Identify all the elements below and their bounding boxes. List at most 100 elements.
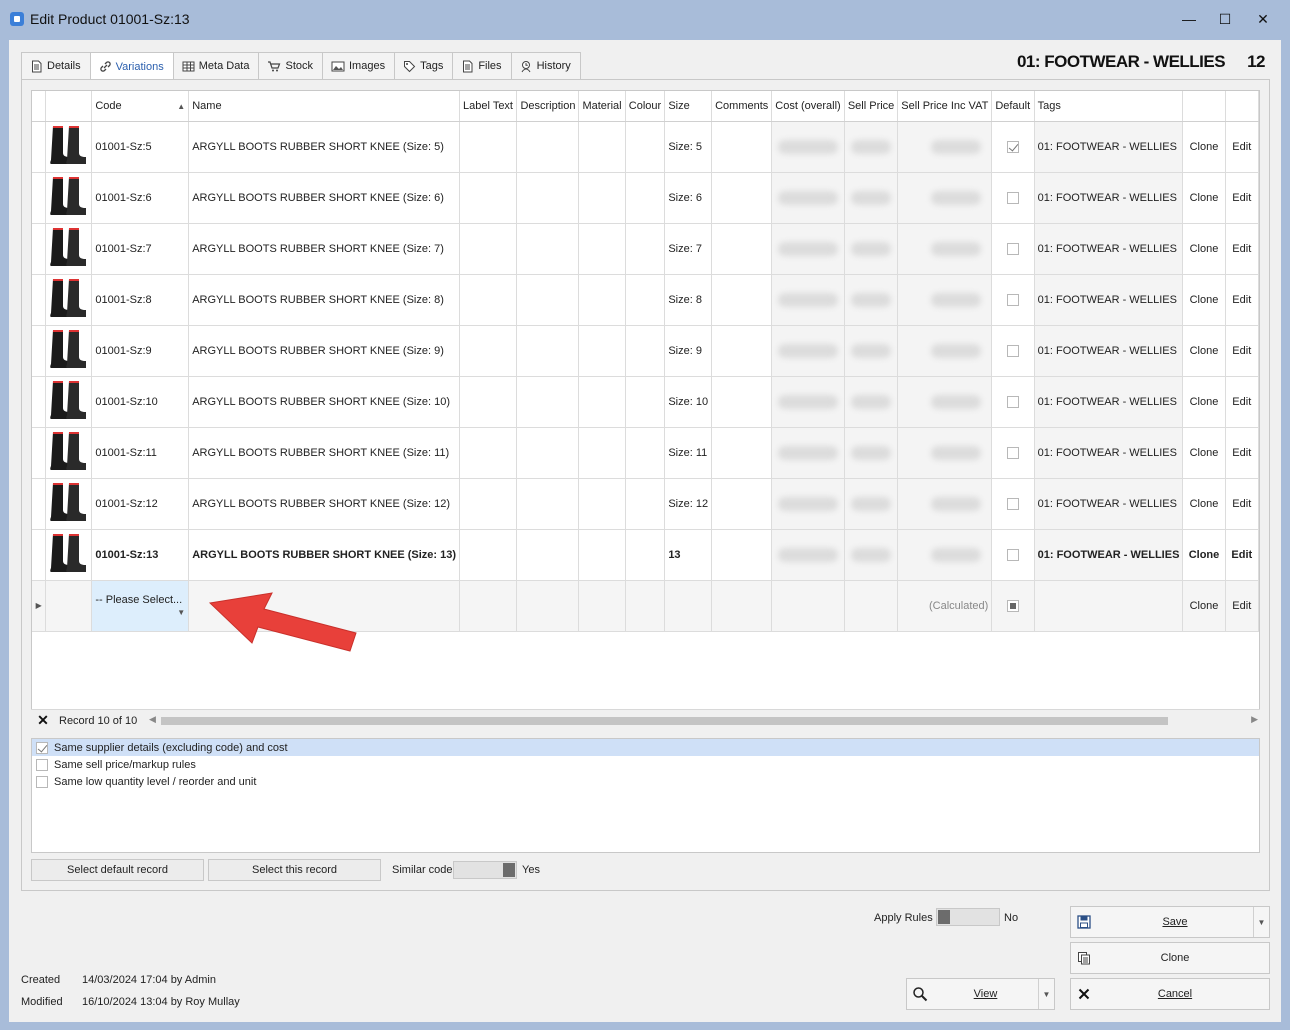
- cell-name[interactable]: ARGYLL BOOTS RUBBER SHORT KNEE (Size: 10…: [188, 376, 461, 428]
- cell-size[interactable]: Size: 8: [664, 274, 713, 326]
- checkbox-checked-icon[interactable]: [36, 741, 48, 754]
- checkbox-indeterminate-icon[interactable]: [1006, 599, 1019, 612]
- cell-comments[interactable]: [711, 427, 773, 479]
- cell-default[interactable]: [991, 427, 1035, 479]
- column-header-default[interactable]: Default: [991, 91, 1035, 122]
- cell-default[interactable]: [991, 121, 1035, 173]
- cell-label-text[interactable]: [459, 478, 518, 530]
- column-header-name[interactable]: Name: [188, 91, 461, 122]
- cell-material[interactable]: [578, 121, 626, 173]
- cell-code[interactable]: 01001-Sz:11: [91, 427, 190, 479]
- tab-tags[interactable]: Tags: [394, 52, 454, 79]
- cell-comments[interactable]: [711, 529, 773, 581]
- tab-files[interactable]: Files: [452, 52, 512, 79]
- minimize-button[interactable]: —: [1174, 8, 1204, 30]
- table-row[interactable]: 01001-Sz:6 ARGYLL BOOTS RUBBER SHORT KNEE…: [32, 172, 1259, 224]
- column-header-size[interactable]: Size: [664, 91, 713, 122]
- cell-code[interactable]: 01001-Sz:8: [91, 274, 190, 326]
- cell-tags[interactable]: 01: FOOTWEAR - WELLIES: [1034, 274, 1184, 326]
- cell-label-text[interactable]: [459, 274, 518, 326]
- column-header-tags[interactable]: Tags: [1034, 91, 1184, 122]
- column-header-description[interactable]: Description: [516, 91, 580, 122]
- cell-default[interactable]: [991, 529, 1035, 581]
- cell-label-text[interactable]: [459, 325, 518, 377]
- row-indicator[interactable]: [32, 274, 47, 326]
- row-edit-button[interactable]: Edit: [1225, 376, 1259, 428]
- row-indicator[interactable]: [32, 478, 47, 530]
- row-indicator[interactable]: [32, 529, 47, 581]
- cell-size[interactable]: Size: 10: [664, 376, 713, 428]
- cell-label-text[interactable]: [459, 223, 518, 275]
- checkbox-checked-icon[interactable]: [1006, 140, 1019, 153]
- new-row-sell-price[interactable]: [844, 580, 899, 632]
- cell-description[interactable]: [516, 529, 580, 581]
- cell-code[interactable]: 01001-Sz:9: [91, 325, 190, 377]
- checkbox-icon[interactable]: [1006, 242, 1019, 255]
- cell-description[interactable]: [516, 325, 580, 377]
- cell-description[interactable]: [516, 223, 580, 275]
- cell-comments[interactable]: [711, 274, 773, 326]
- cell-comments[interactable]: [711, 376, 773, 428]
- cell-default[interactable]: [991, 223, 1035, 275]
- cell-default[interactable]: [991, 478, 1035, 530]
- cell-description[interactable]: [516, 376, 580, 428]
- row-clone-button[interactable]: Clone: [1182, 274, 1226, 326]
- cell-comments[interactable]: [711, 121, 773, 173]
- cell-description[interactable]: [516, 478, 580, 530]
- cell-comments[interactable]: [711, 325, 773, 377]
- save-button[interactable]: Save ▼: [1070, 906, 1270, 938]
- close-icon[interactable]: ✕: [33, 712, 53, 729]
- select-default-record-button[interactable]: Select default record: [31, 859, 204, 881]
- checkbox-icon[interactable]: [1006, 293, 1019, 306]
- new-row-size[interactable]: [664, 580, 713, 632]
- option-same-sell-price[interactable]: Same sell price/markup rules: [32, 756, 1259, 773]
- cell-code[interactable]: 01001-Sz:6: [91, 172, 190, 224]
- cell-size[interactable]: Size: 7: [664, 223, 713, 275]
- cell-description[interactable]: [516, 121, 580, 173]
- new-row-label-text[interactable]: [459, 580, 518, 632]
- cell-colour[interactable]: [625, 172, 666, 224]
- row-clone-button[interactable]: Clone: [1182, 325, 1226, 377]
- cell-name[interactable]: ARGYLL BOOTS RUBBER SHORT KNEE (Size: 8): [188, 274, 461, 326]
- row-indicator[interactable]: [32, 223, 47, 275]
- tab-stock[interactable]: Stock: [258, 52, 323, 79]
- tab-history[interactable]: History: [510, 52, 581, 79]
- table-row[interactable]: 01001-Sz:13 ARGYLL BOOTS RUBBER SHORT KNE…: [32, 529, 1259, 581]
- cell-comments[interactable]: [711, 478, 773, 530]
- row-clone-button[interactable]: Clone: [1182, 223, 1226, 275]
- tab-details[interactable]: Details: [21, 52, 91, 79]
- cell-colour[interactable]: [625, 427, 666, 479]
- column-header-cost[interactable]: Cost (overall): [771, 91, 845, 122]
- cell-code[interactable]: 01001-Sz:7: [91, 223, 190, 275]
- cell-name[interactable]: ARGYLL BOOTS RUBBER SHORT KNEE (Size: 12…: [188, 478, 461, 530]
- checkbox-icon[interactable]: [1006, 344, 1019, 357]
- cell-tags[interactable]: 01: FOOTWEAR - WELLIES: [1034, 478, 1184, 530]
- column-header-code[interactable]: Code ▲: [91, 91, 190, 122]
- cell-size[interactable]: Size: 5: [664, 121, 713, 173]
- cell-colour[interactable]: [625, 121, 666, 173]
- cell-code[interactable]: 01001-Sz:5: [91, 121, 190, 173]
- cell-default[interactable]: [991, 376, 1035, 428]
- cell-name[interactable]: ARGYLL BOOTS RUBBER SHORT KNEE (Size: 5): [188, 121, 461, 173]
- cell-material[interactable]: [578, 376, 626, 428]
- cell-size[interactable]: Size: 6: [664, 172, 713, 224]
- table-row[interactable]: 01001-Sz:5 ARGYLL BOOTS RUBBER SHORT KNEE…: [32, 121, 1259, 173]
- cell-tags[interactable]: 01: FOOTWEAR - WELLIES: [1034, 376, 1184, 428]
- scrollbar-thumb[interactable]: [161, 717, 1168, 725]
- new-row-colour[interactable]: [625, 580, 666, 632]
- cell-tags[interactable]: 01: FOOTWEAR - WELLIES: [1034, 172, 1184, 224]
- checkbox-icon[interactable]: [1006, 446, 1019, 459]
- code-select-dropdown[interactable]: -- Please Select... ▼: [91, 580, 190, 632]
- checkbox-icon[interactable]: [1006, 191, 1019, 204]
- table-row[interactable]: 01001-Sz:12 ARGYLL BOOTS RUBBER SHORT KNE…: [32, 478, 1259, 530]
- row-clone-button[interactable]: Clone: [1182, 529, 1226, 581]
- tab-meta-data[interactable]: Meta Data: [172, 52, 260, 79]
- cell-label-text[interactable]: [459, 529, 518, 581]
- cell-comments[interactable]: [711, 223, 773, 275]
- cell-name[interactable]: ARGYLL BOOTS RUBBER SHORT KNEE (Size: 11…: [188, 427, 461, 479]
- checkbox-icon[interactable]: [36, 775, 48, 788]
- new-row-material[interactable]: [578, 580, 626, 632]
- cell-size[interactable]: Size: 11: [664, 427, 713, 479]
- row-indicator[interactable]: [32, 172, 47, 224]
- cell-label-text[interactable]: [459, 376, 518, 428]
